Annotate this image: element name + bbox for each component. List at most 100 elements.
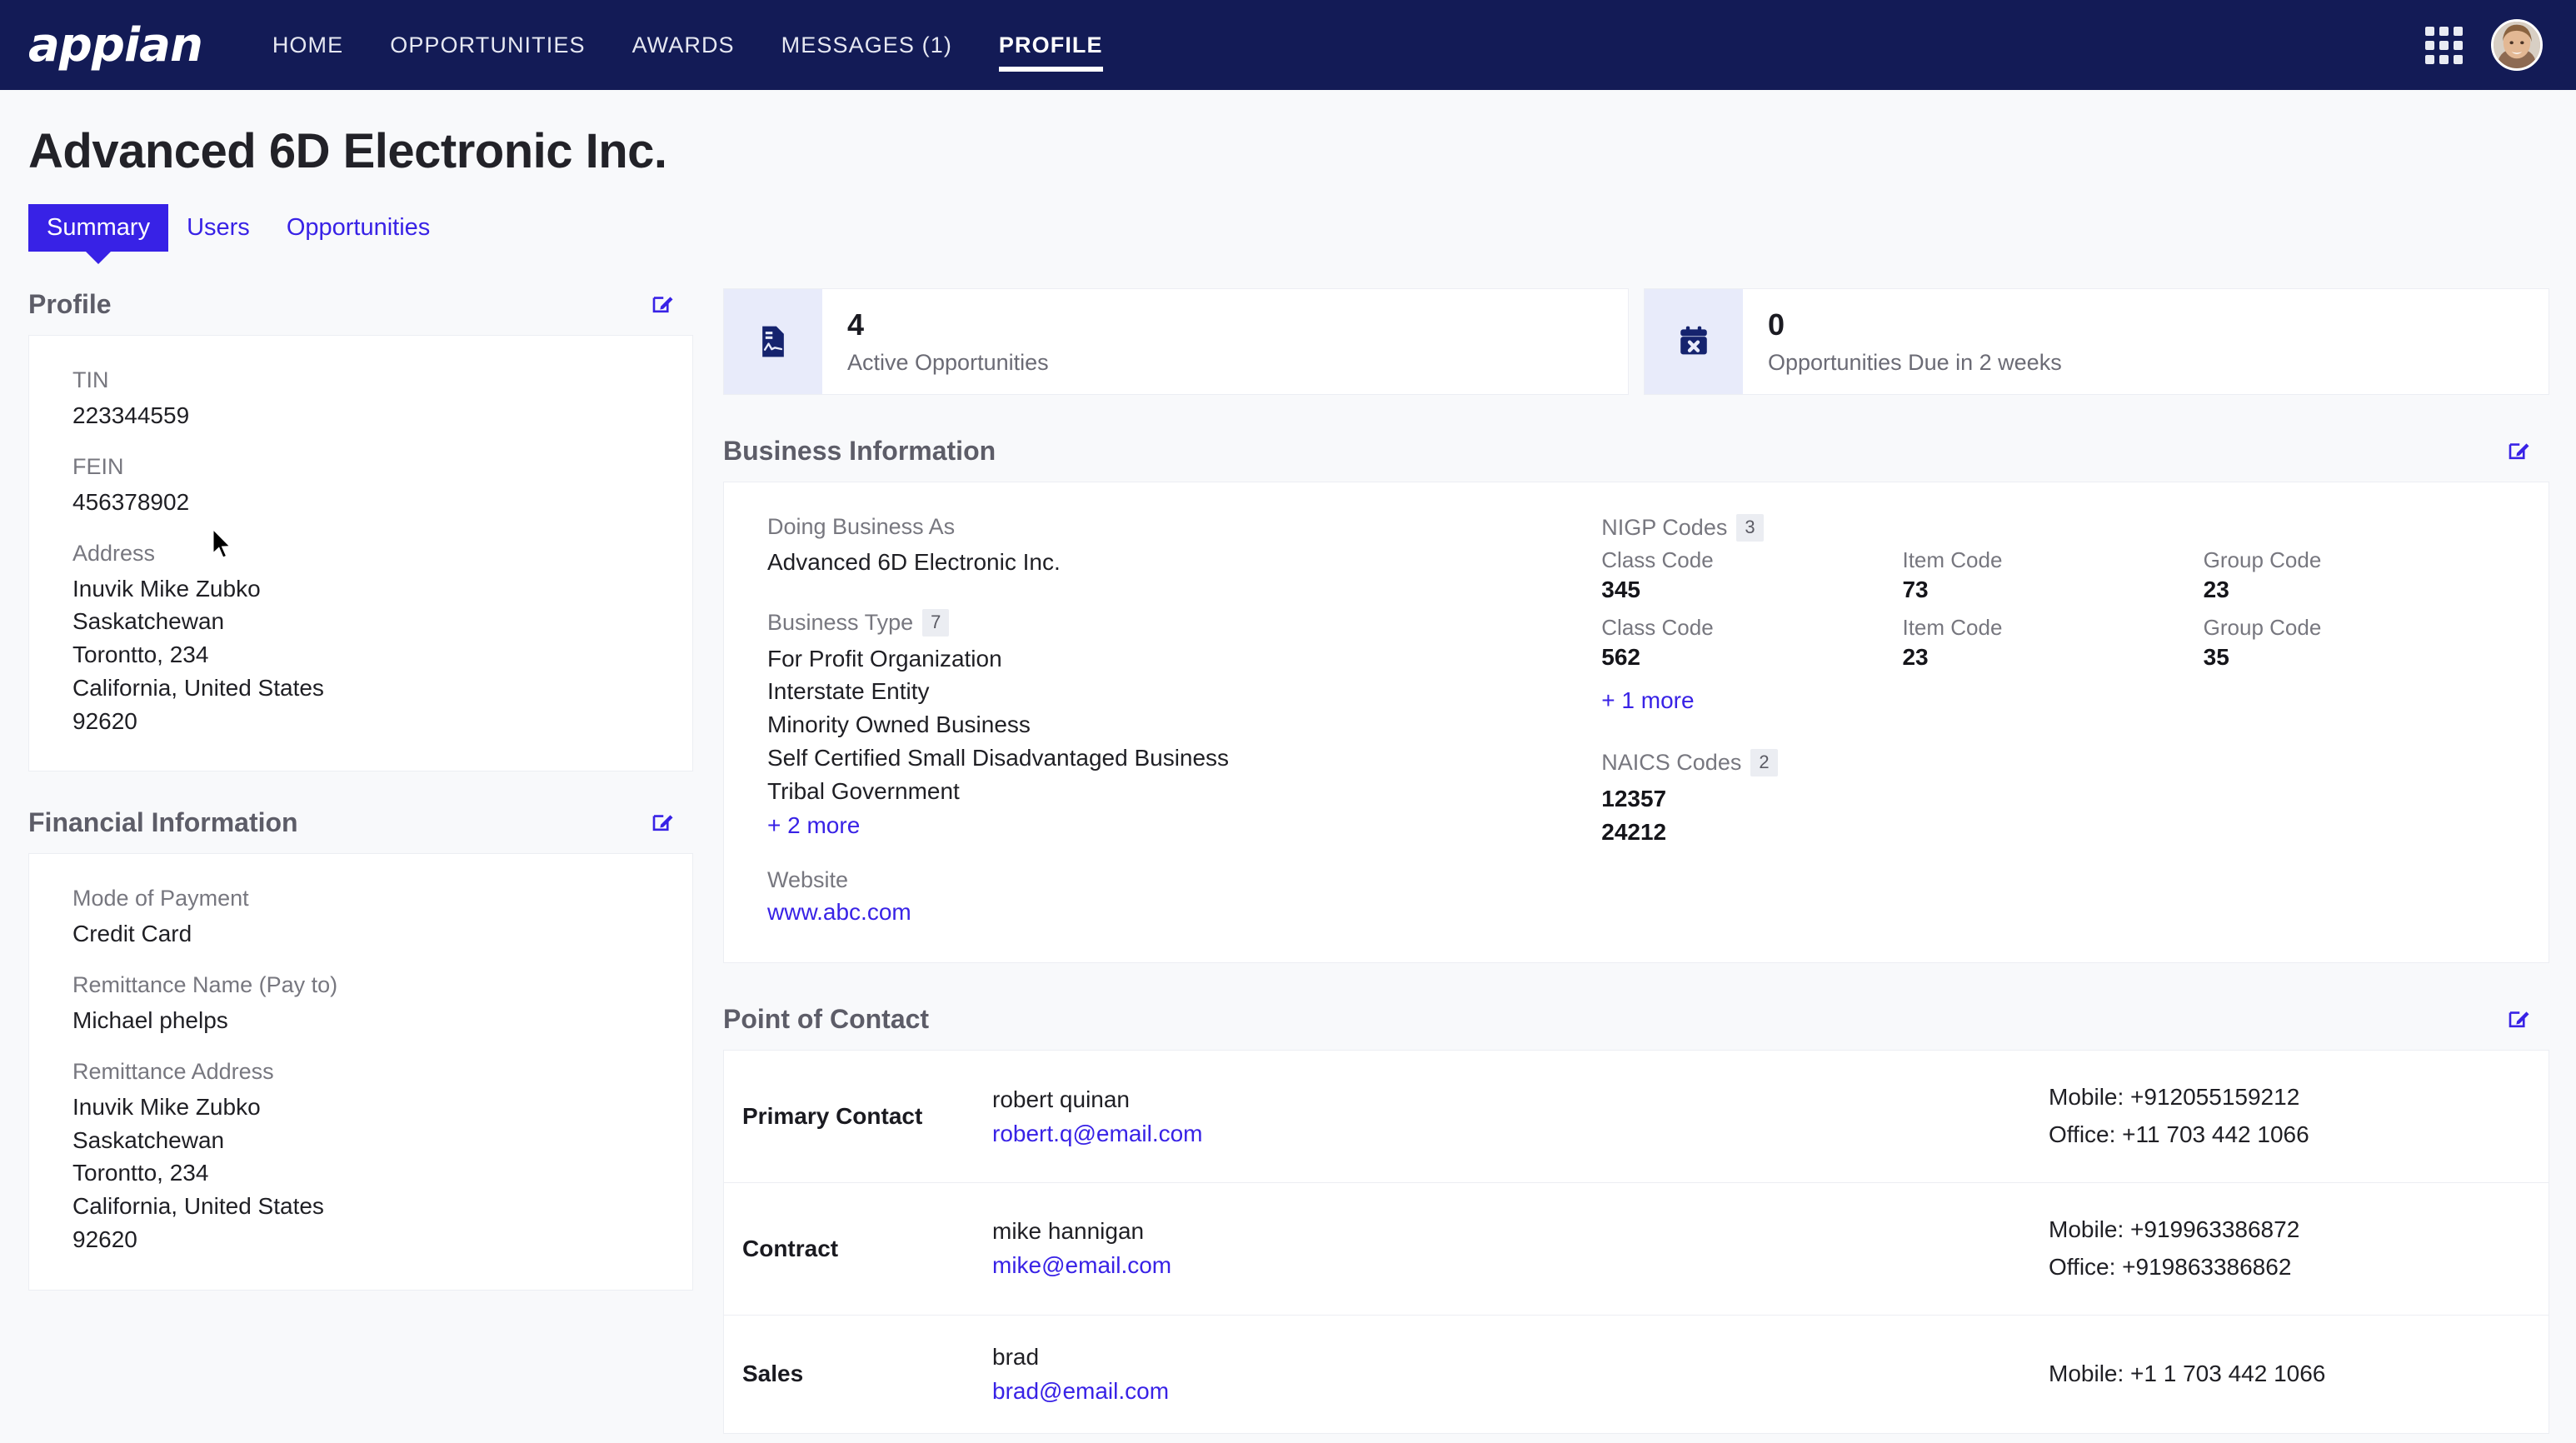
contact-mobile: Mobile: +912055159212	[2049, 1084, 2300, 1111]
field-remittance-address: Remittance Address Inuvik Mike Zubko Sas…	[72, 1059, 649, 1256]
field-label-address: Address	[72, 540, 156, 566]
field-doing-business-as: Doing Business As Advanced 6D Electronic…	[767, 514, 1585, 579]
contacts-section-title: Point of Contact	[723, 1003, 930, 1034]
tab-bar: Summary Users Opportunities	[27, 204, 2549, 252]
top-navigation-bar: appian HOME OPPORTUNITIES AWARDS MESSAGE…	[0, 0, 2576, 90]
profile-card: TIN 223344559 FEIN 456378902 Address Inu…	[28, 335, 693, 772]
kpi-opportunities-due[interactable]: 0 Opportunities Due in 2 weeks	[1644, 288, 2549, 396]
contact-person: robert quinan robert.q@email.com	[992, 1086, 2049, 1147]
nigp-group-code-value: 35	[2203, 643, 2229, 670]
field-value-mode-of-payment: Credit Card	[72, 921, 192, 947]
point-of-contact-section: Point of Contact Primary Contact robert …	[723, 1003, 2549, 1434]
nigp-cell: Class Code 345	[1601, 547, 1902, 603]
nigp-item-code-value: 73	[1902, 576, 1929, 602]
table-row: Contract mike hannigan mike@email.com Mo…	[724, 1183, 2549, 1316]
website-link[interactable]: www.abc.com	[767, 899, 911, 925]
nav-item-messages[interactable]: MESSAGES (1)	[758, 0, 976, 90]
business-card: Doing Business As Advanced 6D Electronic…	[723, 482, 2549, 964]
naics-codes-text: NAICS Codes	[1601, 749, 1742, 775]
contact-email-link[interactable]: mike@email.com	[992, 1252, 1171, 1278]
field-label-remittance-name: Remittance Name (Pay to)	[72, 972, 338, 997]
nigp-class-code-value: 562	[1601, 643, 1640, 670]
nigp-group-code-label: Group Code	[2203, 547, 2322, 572]
page-title: Advanced 6D Electronic Inc.	[28, 124, 667, 178]
field-label-tin: TIN	[72, 367, 109, 392]
contact-role: Sales	[742, 1361, 804, 1387]
edit-pencil-icon[interactable]	[646, 288, 678, 320]
nigp-header-row-2: Class Code 562 Item Code 23 Group Code 3…	[1601, 615, 2505, 682]
nigp-more-link[interactable]: + 1 more	[1601, 687, 1694, 714]
business-type-more-link[interactable]: + 2 more	[767, 812, 860, 839]
nav-item-home[interactable]: HOME	[249, 0, 367, 90]
nav-item-profile[interactable]: PROFILE	[976, 0, 1126, 90]
calendar-x-icon	[1645, 289, 1743, 395]
financial-card: Mode of Payment Credit Card Remittance N…	[28, 853, 693, 1291]
field-mode-of-payment: Mode of Payment Credit Card	[72, 886, 649, 951]
naics-count-badge: 2	[1750, 748, 1778, 776]
field-fein: FEIN 456378902	[72, 454, 649, 519]
field-label-website: Website	[767, 867, 849, 893]
field-label-fein: FEIN	[72, 453, 124, 479]
field-value-dba: Advanced 6D Electronic Inc.	[767, 549, 1061, 576]
document-chart-icon	[724, 289, 822, 395]
nigp-cell: Group Code 23	[2204, 547, 2504, 603]
apps-grid-icon[interactable]	[2425, 26, 2463, 64]
nigp-group-code-label: Group Code	[2203, 614, 2322, 640]
contact-office: Office: +919863386862	[2049, 1253, 2292, 1280]
kpi-label: Opportunities Due in 2 weeks	[1768, 350, 2062, 376]
business-section-header: Business Information	[723, 435, 2549, 482]
field-website: Website www.abc.com	[767, 867, 1585, 926]
business-type-item: Tribal Government	[767, 777, 960, 804]
contact-phones: Mobile: +919963386872 Office: +919863386…	[2049, 1211, 2515, 1286]
contact-email-link[interactable]: robert.q@email.com	[992, 1121, 1203, 1146]
contact-person: mike hannigan mike@email.com	[992, 1218, 2049, 1279]
right-column: 4 Active Opportunities 0 Opportunities D…	[723, 288, 2549, 1443]
field-label-nigp-codes: NIGP Codes 3	[1601, 514, 2505, 542]
field-label-remittance-address: Remittance Address	[72, 1058, 274, 1084]
business-type-item: Minority Owned Business	[767, 712, 1031, 738]
naics-code-value: 12357	[1601, 785, 1667, 811]
business-type-item: For Profit Organization	[767, 645, 1002, 672]
field-label-naics-codes: NAICS Codes 2	[1601, 748, 2505, 776]
topbar-right-actions	[2425, 19, 2543, 71]
field-value-address: Inuvik Mike Zubko Saskatchewan Torontto,…	[72, 575, 324, 734]
nigp-item-code-label: Item Code	[1902, 614, 2003, 640]
nigp-header-row-1: Class Code 345 Item Code 73 Group Code 2…	[1601, 547, 2505, 615]
contact-mobile: Mobile: +1 1 703 442 1066	[2049, 1360, 2326, 1386]
kpi-label: Active Opportunities	[847, 350, 1049, 376]
appian-logo[interactable]: appian	[25, 18, 203, 72]
tab-summary[interactable]: Summary	[28, 204, 169, 252]
nav-item-opportunities[interactable]: OPPORTUNITIES	[367, 0, 608, 90]
field-value-remittance-address: Inuvik Mike Zubko Saskatchewan Torontto,…	[72, 1093, 324, 1252]
field-value-remittance-name: Michael phelps	[72, 1007, 228, 1033]
kpi-body: 4 Active Opportunities	[822, 289, 1074, 394]
kpi-tiles: 4 Active Opportunities 0 Opportunities D…	[723, 288, 2549, 396]
edit-pencil-icon[interactable]	[2503, 1003, 2534, 1035]
contact-name: robert quinan	[992, 1086, 1131, 1112]
financial-section-title: Financial Information	[28, 806, 298, 837]
nigp-class-code-value: 345	[1601, 576, 1640, 602]
nigp-count-badge: 3	[1736, 514, 1764, 542]
contact-role: Primary Contact	[742, 1103, 923, 1130]
naics-code-value: 24212	[1601, 819, 1667, 846]
contact-role: Contract	[742, 1235, 839, 1261]
kpi-active-opportunities[interactable]: 4 Active Opportunities	[723, 288, 1629, 396]
nav-item-awards[interactable]: AWARDS	[609, 0, 758, 90]
page-body: Advanced 6D Electronic Inc. Summary User…	[0, 90, 2576, 1443]
business-left-column: Doing Business As Advanced 6D Electronic…	[767, 514, 1601, 926]
nigp-group-code-value: 23	[2203, 576, 2229, 602]
field-remittance-name: Remittance Name (Pay to) Michael phelps	[72, 972, 649, 1037]
field-value-tin: 223344559	[72, 402, 190, 428]
profile-section-title: Profile	[28, 288, 112, 319]
contact-email-link[interactable]: brad@email.com	[992, 1378, 1169, 1404]
content-area: Profile TIN 223344559 FEIN 456378902 Add…	[27, 288, 2549, 1443]
business-type-text: Business Type	[767, 609, 914, 635]
contact-phones: Mobile: +912055159212 Office: +11 703 44…	[2049, 1079, 2515, 1154]
edit-pencil-icon[interactable]	[2503, 435, 2534, 467]
avatar[interactable]	[2491, 19, 2543, 71]
business-information-section: Business Information Doing Business As A…	[723, 435, 2549, 964]
contact-person: brad brad@email.com	[992, 1344, 2049, 1405]
edit-pencil-icon[interactable]	[646, 806, 678, 838]
tab-opportunities[interactable]: Opportunities	[268, 204, 449, 252]
tab-users[interactable]: Users	[168, 204, 268, 252]
